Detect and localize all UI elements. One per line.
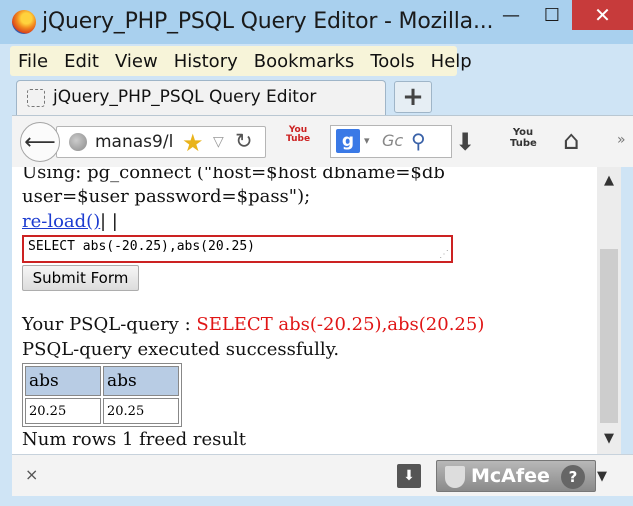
menu-file[interactable]: File	[18, 51, 48, 72]
menu-bar: File Edit View History Bookmarks Tools H…	[10, 46, 472, 76]
menu-tools[interactable]: Tools	[370, 51, 414, 72]
page-content: Using: pg_connect ("host=$host dbname=$d…	[12, 167, 597, 454]
url-bar[interactable]: manas9/l ★ ▽ ↻	[56, 126, 266, 158]
your-query-label: Your PSQL-query :	[22, 314, 197, 335]
new-tab-button[interactable]: +	[394, 81, 432, 113]
back-button[interactable]: ⟵	[20, 122, 60, 162]
page-favicon-icon	[27, 89, 45, 107]
executed-message: PSQL-query executed successfully.	[22, 339, 340, 360]
mcafee-button[interactable]: McAfee ?	[436, 460, 596, 492]
url-history-dropdown-icon[interactable]: ▽	[213, 134, 224, 150]
vertical-scrollbar[interactable]: ▲ ▼	[597, 167, 621, 454]
search-engine-dropdown-icon[interactable]: ▾	[364, 134, 370, 147]
title-bar: jQuery_PHP_PSQL Query Editor - Mozilla..…	[0, 0, 633, 44]
addon-bar: × ⬇ McAfee ? ▼	[12, 454, 633, 496]
your-query-line: Your PSQL-query : SELECT abs(-20.25),abs…	[22, 314, 484, 335]
mcafee-help-icon[interactable]: ?	[561, 465, 585, 489]
youtube-icon[interactable]: You Tube	[510, 127, 537, 149]
scroll-thumb[interactable]	[600, 249, 618, 423]
maximize-button[interactable]: ☐	[532, 0, 572, 30]
menu-bookmarks[interactable]: Bookmarks	[254, 51, 355, 72]
site-identity-globe-icon[interactable]	[69, 133, 87, 151]
search-magnifier-icon[interactable]: ⚲	[411, 129, 426, 153]
num-rows-text: Num rows 1 freed result	[22, 429, 247, 450]
tab-title: jQuery_PHP_PSQL Query Editor	[53, 87, 317, 107]
reload-icon[interactable]: ↻	[235, 129, 253, 153]
table-header-row: abs abs	[25, 366, 179, 396]
search-input[interactable]: Gc	[382, 131, 403, 150]
query-textarea[interactable]: SELECT abs(-20.25),abs(20.25) ⋰	[22, 235, 453, 263]
menu-help[interactable]: Help	[431, 51, 472, 72]
query-text[interactable]: SELECT abs(-20.25),abs(20.25)	[28, 239, 255, 254]
submit-form-button[interactable]: Submit Form	[22, 265, 139, 291]
reload-link[interactable]: re-load()	[22, 211, 100, 232]
connect-info-text: Using: pg_connect ("host=$host dbname=$d…	[22, 167, 445, 207]
menu-edit[interactable]: Edit	[64, 51, 99, 72]
bookmark-star-icon[interactable]: ★	[182, 129, 204, 157]
close-window-button[interactable]: ✕	[572, 0, 633, 30]
toolbar-overflow-icon[interactable]: »	[617, 132, 626, 148]
mcafee-dropdown-icon[interactable]: ▼	[597, 469, 607, 484]
youtube-downloader-icon[interactable]: You Tube	[285, 126, 311, 156]
your-query-value: SELECT abs(-20.25),abs(20.25)	[196, 314, 485, 335]
google-search-engine-icon[interactable]: g	[336, 129, 360, 153]
scroll-up-arrow-icon[interactable]: ▲	[597, 173, 621, 188]
table-header: abs	[25, 366, 101, 396]
table-cell: 20.25	[25, 398, 101, 424]
home-icon[interactable]: ⌂	[563, 126, 580, 156]
table-header: abs	[103, 366, 179, 396]
separator-text: | |	[100, 211, 118, 232]
menu-history[interactable]: History	[174, 51, 238, 72]
downloads-icon[interactable]: ⬇	[455, 128, 475, 156]
table-row: 20.25 20.25	[25, 398, 179, 424]
textarea-resize-handle-icon[interactable]: ⋰	[439, 249, 449, 260]
window-title: jQuery_PHP_PSQL Query Editor - Mozilla..…	[42, 9, 494, 34]
table-cell: 20.25	[103, 398, 179, 424]
firefox-logo-icon[interactable]	[12, 10, 36, 34]
mcafee-shield-icon	[445, 466, 465, 488]
mcafee-label: McAfee	[471, 465, 550, 487]
url-text[interactable]: manas9/l	[95, 132, 177, 152]
close-addon-bar-icon[interactable]: ×	[25, 465, 38, 484]
scroll-down-arrow-icon[interactable]: ▼	[597, 431, 621, 446]
navigation-toolbar: manas9/l ★ ▽ ↻ ⟵ You Tube g ▾ Gc ⚲ ⬇ You…	[12, 115, 633, 167]
result-table: abs abs 20.25 20.25	[22, 363, 182, 427]
search-bar[interactable]: g ▾ Gc ⚲	[330, 125, 452, 158]
download-addon-icon[interactable]: ⬇	[397, 464, 421, 488]
tab-query-editor[interactable]: jQuery_PHP_PSQL Query Editor	[16, 80, 386, 115]
menu-view[interactable]: View	[115, 51, 158, 72]
minimize-button[interactable]: —	[490, 0, 532, 30]
